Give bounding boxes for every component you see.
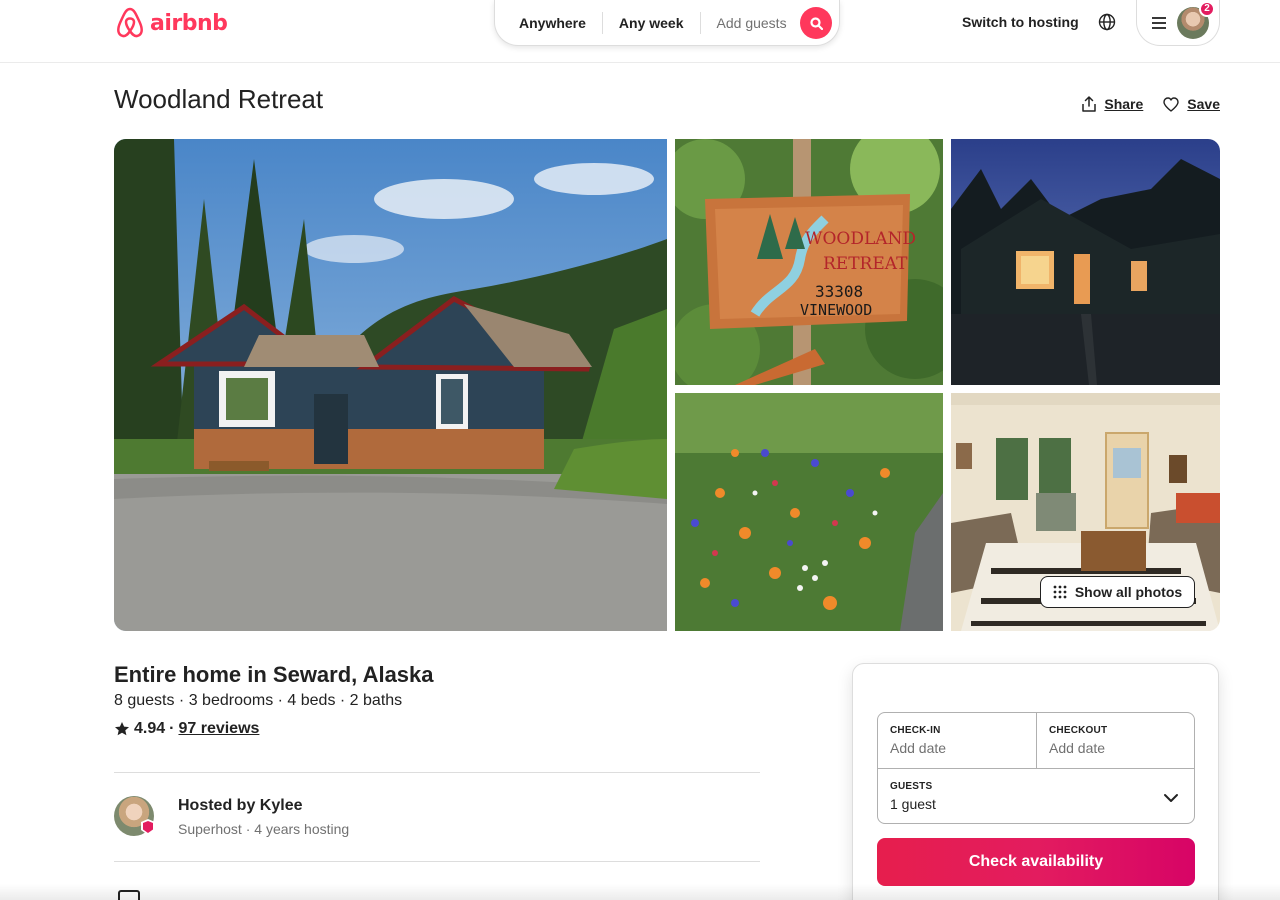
share-button[interactable]: Share [1082,96,1143,112]
rating-separator: · [169,720,175,737]
check-availability-button[interactable]: Check availability [877,838,1195,886]
show-all-photos-button[interactable]: Show all photos [1040,576,1195,608]
cabin-night-image [951,139,1220,385]
airbnb-logo[interactable]: airbnb [114,6,228,40]
woodland-sign-image: WOODLAND RETREAT 33308 VINEWOOD [675,139,943,385]
search-where[interactable]: Anywhere [519,11,603,34]
host-meta: Superhost · 4 years hosting [178,821,350,837]
notification-badge: 2 [1199,0,1215,17]
top-nav: airbnb Anywhere Any week Add guests Swit… [0,0,1280,63]
save-button[interactable]: Save [1163,96,1220,112]
checkin-label: CHECK-IN [890,725,941,736]
user-avatar: 2 [1177,0,1215,39]
divider [114,772,760,773]
chevron-down-icon[interactable] [1162,789,1180,807]
user-menu-button[interactable]: 2 [1136,0,1220,46]
listing-rating: 4.94 · 97 reviews [114,720,259,738]
svg-text:VINEWOOD: VINEWOOD [800,301,872,319]
checkout-value: Add date [1049,740,1106,756]
wildflowers-image [675,393,943,631]
cabin-exterior-image [114,139,667,631]
checkout-label: CHECKOUT [1049,725,1108,736]
photo-wildflowers[interactable] [675,393,943,631]
globe-icon[interactable] [1097,12,1117,32]
search-who[interactable]: Add guests [701,12,803,34]
checkin-field[interactable]: CHECK-IN Add date [878,713,1036,768]
search-icon [809,16,823,30]
save-label: Save [1187,96,1220,112]
guests-label: GUESTS [890,781,933,792]
grid-dots-icon [1053,585,1067,599]
svg-text:RETREAT: RETREAT [823,254,908,274]
reviews-link[interactable]: 97 reviews [178,720,259,738]
checkin-value: Add date [890,740,947,756]
share-label: Share [1104,96,1144,112]
hamburger-menu-icon [1152,16,1166,29]
listing-subtitle: Entire home in Seward, Alaska [114,662,434,687]
airbnb-logo-icon [117,7,143,38]
listing-title: Woodland Retreat [114,84,324,114]
svg-text:33308: 33308 [815,282,863,301]
svg-text:WOODLAND: WOODLAND [805,229,916,249]
search-button[interactable] [800,7,832,39]
booking-picker: CHECK-IN Add date CHECKOUT Add date GUES… [877,712,1195,824]
listing-actions: Share Save [1082,96,1220,112]
search-when[interactable]: Any week [603,11,701,34]
guests-field[interactable]: GUESTS 1 guest [878,769,1196,824]
search-bar[interactable]: Anywhere Any week Add guests [494,0,840,46]
photo-main-cabin[interactable] [114,139,667,631]
superhost-badge-icon [141,819,155,835]
guests-value: 1 guest [890,796,936,812]
logo-wordmark: airbnb [150,10,228,36]
hosted-by: Hosted by Kylee [178,797,303,814]
photo-sign[interactable]: WOODLAND RETREAT 33308 VINEWOOD [675,139,943,385]
photo-night-cabin[interactable] [951,139,1220,385]
booking-card: CHECK-IN Add date CHECKOUT Add date GUES… [852,663,1219,900]
show-all-photos-label: Show all photos [1074,584,1183,600]
switch-to-hosting-link[interactable]: Switch to hosting [962,14,1079,30]
heart-icon [1163,96,1179,112]
star-icon [115,722,129,736]
listing-details: 8 guests · 3 bedrooms · 4 beds · 2 baths [114,692,403,709]
rating-value: 4.94 [134,720,166,737]
scroll-fade [0,884,1280,900]
share-icon [1082,96,1097,112]
checkout-field[interactable]: CHECKOUT Add date [1037,713,1195,768]
divider [114,861,760,862]
